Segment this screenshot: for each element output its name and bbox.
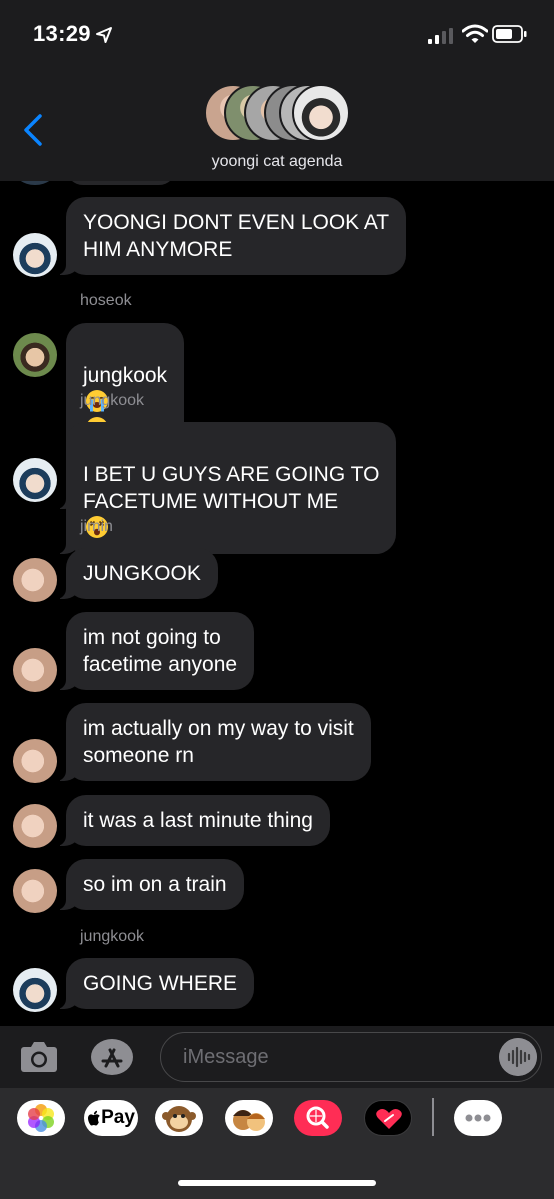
previous-message-fragment: [66, 181, 176, 185]
drawer-divider: [432, 1098, 434, 1136]
message-bubble[interactable]: im not going to facetime anyone: [55, 612, 255, 690]
wifi-icon: [462, 24, 488, 43]
battery-icon: [492, 25, 527, 43]
jimin-avatar[interactable]: [13, 648, 57, 692]
group-avatar-stack[interactable]: [204, 84, 352, 142]
message-list[interactable]: YOONGI DONT EVEN LOOK AT HIM ANYMORE hos…: [0, 181, 554, 1026]
apple-pay-icon[interactable]: Pay: [84, 1100, 138, 1136]
message-input-placeholder: iMessage: [183, 1046, 269, 1068]
message-bubble[interactable]: so im on a train: [56, 859, 244, 910]
home-indicator[interactable]: [178, 1180, 376, 1186]
message-text: jungkook: [83, 364, 168, 387]
cellular-signal-icon: [428, 28, 453, 44]
message-input[interactable]: iMessage: [160, 1032, 542, 1082]
web-search-icon[interactable]: [294, 1100, 342, 1136]
photos-icon[interactable]: [17, 1100, 65, 1136]
jimin-avatar[interactable]: [13, 804, 57, 848]
jungkook-avatar[interactable]: [13, 458, 57, 502]
sender-name: jungkook: [80, 928, 145, 945]
hoseok-avatar[interactable]: [13, 333, 57, 377]
sender-name: hoseok: [80, 292, 132, 309]
apple-pay-label: Pay: [101, 1107, 135, 1128]
camera-icon[interactable]: [20, 1040, 58, 1074]
app-store-icon[interactable]: [90, 1038, 134, 1076]
jungkook-avatar[interactable]: [13, 233, 57, 277]
jimin-avatar[interactable]: [13, 739, 57, 783]
group-name[interactable]: yoongi cat agenda: [0, 153, 554, 171]
message-bubble[interactable]: I BET U GUYS ARE GOING TO FACETUME WITHO…: [55, 422, 397, 554]
jungkook-avatar[interactable]: [13, 968, 57, 1012]
apple-logo-icon: [88, 1110, 100, 1125]
sender-name: jimin: [80, 518, 113, 535]
jimin-avatar[interactable]: [13, 869, 57, 913]
audio-message-icon[interactable]: [499, 1038, 537, 1076]
jimin-avatar[interactable]: [13, 558, 57, 602]
conversation-header: 13:29 yoongi cat agenda: [0, 0, 554, 181]
message-bubble[interactable]: GOING WHERE: [55, 958, 255, 1009]
memoji-icon[interactable]: [225, 1100, 273, 1136]
sender-name: jungkook: [80, 392, 145, 409]
message-text: I BET U GUYS ARE GOING TO FACETUME WITHO…: [83, 463, 380, 513]
location-arrow-icon: [96, 27, 112, 43]
compose-bar: iMessage: [0, 1026, 554, 1088]
status-time: 13:29: [33, 21, 91, 46]
animoji-icon[interactable]: [155, 1100, 203, 1136]
more-apps-icon[interactable]: [454, 1100, 502, 1136]
digital-touch-icon[interactable]: [364, 1100, 412, 1136]
group-member-avatar: [292, 84, 350, 142]
message-bubble[interactable]: it was a last minute thing: [56, 795, 330, 846]
message-bubble[interactable]: im actually on my way to visit someone r…: [56, 703, 371, 781]
message-bubble[interactable]: YOONGI DONT EVEN LOOK AT HIM ANYMORE: [55, 197, 407, 275]
back-chevron-icon[interactable]: [20, 112, 46, 148]
message-bubble[interactable]: JUNGKOOK: [56, 548, 218, 599]
previous-avatar-fragment: [13, 181, 57, 185]
